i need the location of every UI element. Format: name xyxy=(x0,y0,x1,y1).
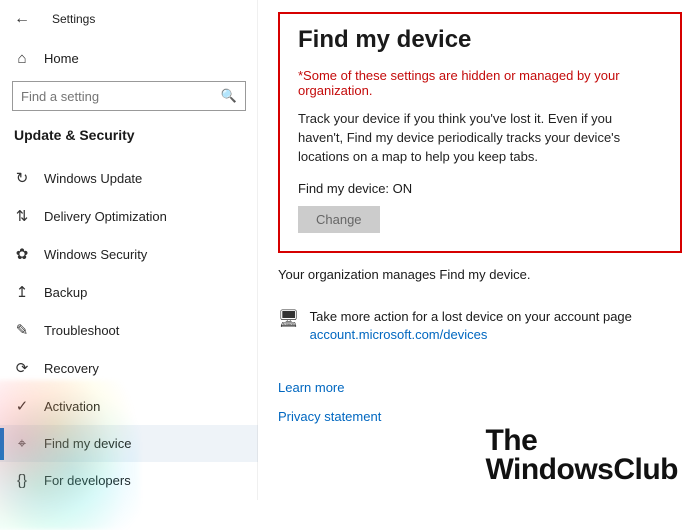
sidebar-item-recovery[interactable]: ⟳ Recovery xyxy=(0,349,258,387)
change-button: Change xyxy=(298,206,380,233)
sidebar-item-label: Find my device xyxy=(44,436,131,451)
sidebar-item-activation[interactable]: ✓ Activation xyxy=(0,387,258,425)
org-warning-text: *Some of these settings are hidden or ma… xyxy=(298,68,660,98)
sidebar-item-label: For developers xyxy=(44,473,131,488)
sidebar-item-home[interactable]: ⌂ Home xyxy=(0,42,258,75)
page-title: Find my device xyxy=(298,26,660,54)
sidebar-item-delivery-optimization-icon: ⇅ xyxy=(14,207,30,225)
action-link[interactable]: account.microsoft.com/devices xyxy=(310,327,488,342)
sidebar: ← Settings ⌂ Home 🔍 Update & Security ↻ W… xyxy=(0,0,258,500)
device-action-icon: 🖥 xyxy=(278,309,300,329)
sidebar-item-label: Windows Update xyxy=(44,171,142,186)
watermark-line2: WindowsClub xyxy=(485,453,678,486)
search-icon: 🔍 xyxy=(221,88,237,104)
sidebar-item-label: Delivery Optimization xyxy=(44,209,167,224)
sidebar-item-troubleshoot[interactable]: ✎ Troubleshoot xyxy=(0,311,258,349)
sidebar-item-find-my-device-icon: ⌖ xyxy=(14,435,30,452)
sidebar-item-label: Backup xyxy=(44,285,87,300)
action-text: Take more action for a lost device on yo… xyxy=(310,309,632,324)
watermark: The WindowsClub xyxy=(485,427,678,484)
sidebar-item-for-developers-icon: {} xyxy=(14,472,30,489)
description-text: Track your device if you think you've lo… xyxy=(298,110,660,167)
search-field[interactable] xyxy=(21,89,201,104)
home-icon: ⌂ xyxy=(14,50,30,67)
learn-more-link[interactable]: Learn more xyxy=(278,380,682,395)
search-input[interactable]: 🔍 xyxy=(12,81,246,111)
back-icon[interactable]: ← xyxy=(10,8,34,30)
sidebar-item-label: Recovery xyxy=(44,361,99,376)
sidebar-item-windows-security-icon: ✿ xyxy=(14,245,30,263)
sidebar-item-label: Home xyxy=(44,51,79,66)
sidebar-item-activation-icon: ✓ xyxy=(14,397,30,415)
sidebar-nav: ↻ Windows Update ⇅ Delivery Optimization ✿ Wi… xyxy=(0,159,258,499)
sidebar-item-label: Windows Security xyxy=(44,247,147,262)
sidebar-item-find-my-device[interactable]: ⌖ Find my device xyxy=(0,425,258,462)
sidebar-item-label: Troubleshoot xyxy=(44,323,119,338)
main-panel: Find my device *Some of these settings a… xyxy=(258,0,700,500)
sidebar-item-label: Activation xyxy=(44,399,100,414)
highlighted-region: Find my device *Some of these settings a… xyxy=(278,12,682,253)
app-title: Settings xyxy=(52,12,95,26)
sidebar-section-title: Update & Security xyxy=(0,121,258,153)
sidebar-item-windows-update[interactable]: ↻ Windows Update xyxy=(0,159,258,197)
sidebar-item-for-developers[interactable]: {} For developers xyxy=(0,462,258,499)
action-row: 🖥 Take more action for a lost device on … xyxy=(278,308,682,344)
status-text: Find my device: ON xyxy=(298,181,660,196)
sidebar-item-backup-icon: ↥ xyxy=(14,283,30,301)
sidebar-item-windows-security[interactable]: ✿ Windows Security xyxy=(0,235,258,273)
sidebar-item-backup[interactable]: ↥ Backup xyxy=(0,273,258,311)
watermark-line1: The xyxy=(485,424,537,457)
sidebar-item-delivery-optimization[interactable]: ⇅ Delivery Optimization xyxy=(0,197,258,235)
privacy-link[interactable]: Privacy statement xyxy=(278,409,682,424)
sidebar-item-windows-update-icon: ↻ xyxy=(14,169,30,187)
sidebar-item-troubleshoot-icon: ✎ xyxy=(14,321,30,339)
sidebar-item-recovery-icon: ⟳ xyxy=(14,359,30,377)
org-manages-text: Your organization manages Find my device… xyxy=(278,267,682,282)
